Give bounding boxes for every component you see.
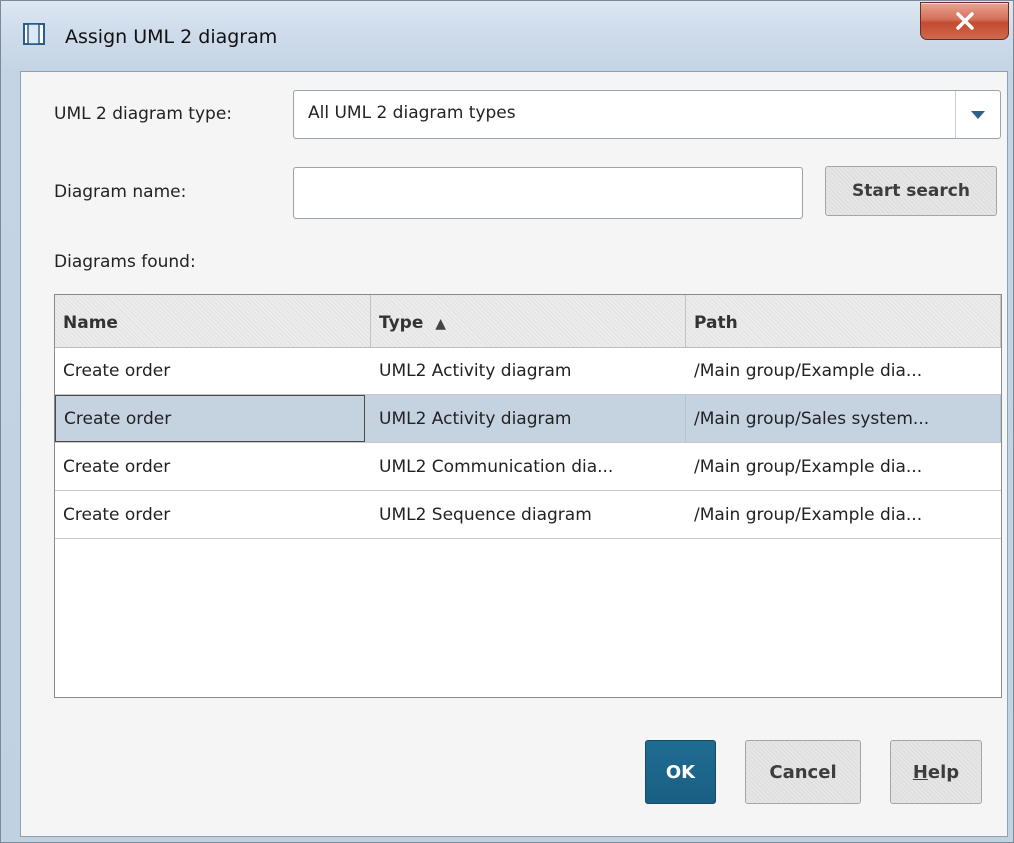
column-header-path[interactable]: Path (686, 295, 1001, 347)
cell-path: /Main group/Sales system... (686, 395, 1001, 442)
cancel-button[interactable]: Cancel (745, 740, 861, 804)
window-icon (23, 23, 45, 45)
cell-name: Create order (55, 395, 365, 442)
start-search-label: Start search (852, 181, 970, 201)
table-row[interactable]: Create order UML2 Sequence diagram /Main… (55, 491, 1001, 539)
cell-path: /Main group/Example dia... (694, 457, 923, 477)
diagram-type-select[interactable]: All UML 2 diagram types (293, 90, 1001, 139)
close-button[interactable] (920, 2, 1009, 40)
diagrams-found-label: Diagrams found: (54, 252, 196, 272)
table-row[interactable]: Create order UML2 Communication dia... /… (55, 443, 1001, 491)
table-row[interactable]: Create order UML2 Activity diagram /Main… (55, 347, 1001, 395)
cell-name: Create order (63, 361, 171, 381)
column-header-name[interactable]: Name (55, 295, 371, 347)
start-search-button[interactable]: Start search (825, 166, 997, 216)
chevron-down-icon (971, 110, 985, 119)
cell-path: /Main group/Example dia... (694, 361, 923, 381)
window-title: Assign UML 2 diagram (65, 26, 278, 48)
sort-ascending-icon: ▲ (435, 316, 447, 332)
diagrams-table[interactable]: Name Type ▲ Path Create order UML2 Activ… (54, 294, 1002, 698)
cell-name: Create order (63, 505, 171, 525)
cell-type: UML2 Activity diagram (379, 361, 572, 381)
help-button[interactable]: Help (890, 740, 982, 804)
table-row-selected[interactable]: Create order UML2 Activity diagram /Main… (55, 395, 1001, 443)
dropdown-button[interactable] (955, 91, 1000, 138)
table-header: Name Type ▲ Path (55, 295, 1001, 348)
cell-type: UML2 Sequence diagram (379, 505, 592, 525)
cell-type: UML2 Activity diagram (371, 395, 686, 442)
dialog-window: Assign UML 2 diagram UML 2 diagram type:… (0, 0, 1014, 843)
diagram-type-label: UML 2 diagram type: (54, 104, 233, 124)
diagram-type-value: All UML 2 diagram types (308, 103, 516, 123)
title-bar[interactable]: Assign UML 2 diagram (1, 1, 1013, 69)
ok-button[interactable]: OK (645, 740, 716, 804)
close-icon (955, 12, 974, 30)
cell-type: UML2 Communication dia... (379, 457, 614, 477)
cell-path: /Main group/Example dia... (694, 505, 923, 525)
dialog-body: UML 2 diagram type: All UML 2 diagram ty… (20, 71, 1008, 837)
ok-label: OK (665, 761, 696, 783)
column-header-type[interactable]: Type ▲ (371, 295, 686, 347)
cell-name: Create order (63, 457, 171, 477)
diagram-name-input[interactable] (293, 167, 803, 219)
help-mnemonic: H (912, 761, 928, 783)
diagram-name-label: Diagram name: (54, 182, 187, 202)
cancel-label: Cancel (769, 761, 837, 783)
help-label: Help (912, 761, 960, 783)
